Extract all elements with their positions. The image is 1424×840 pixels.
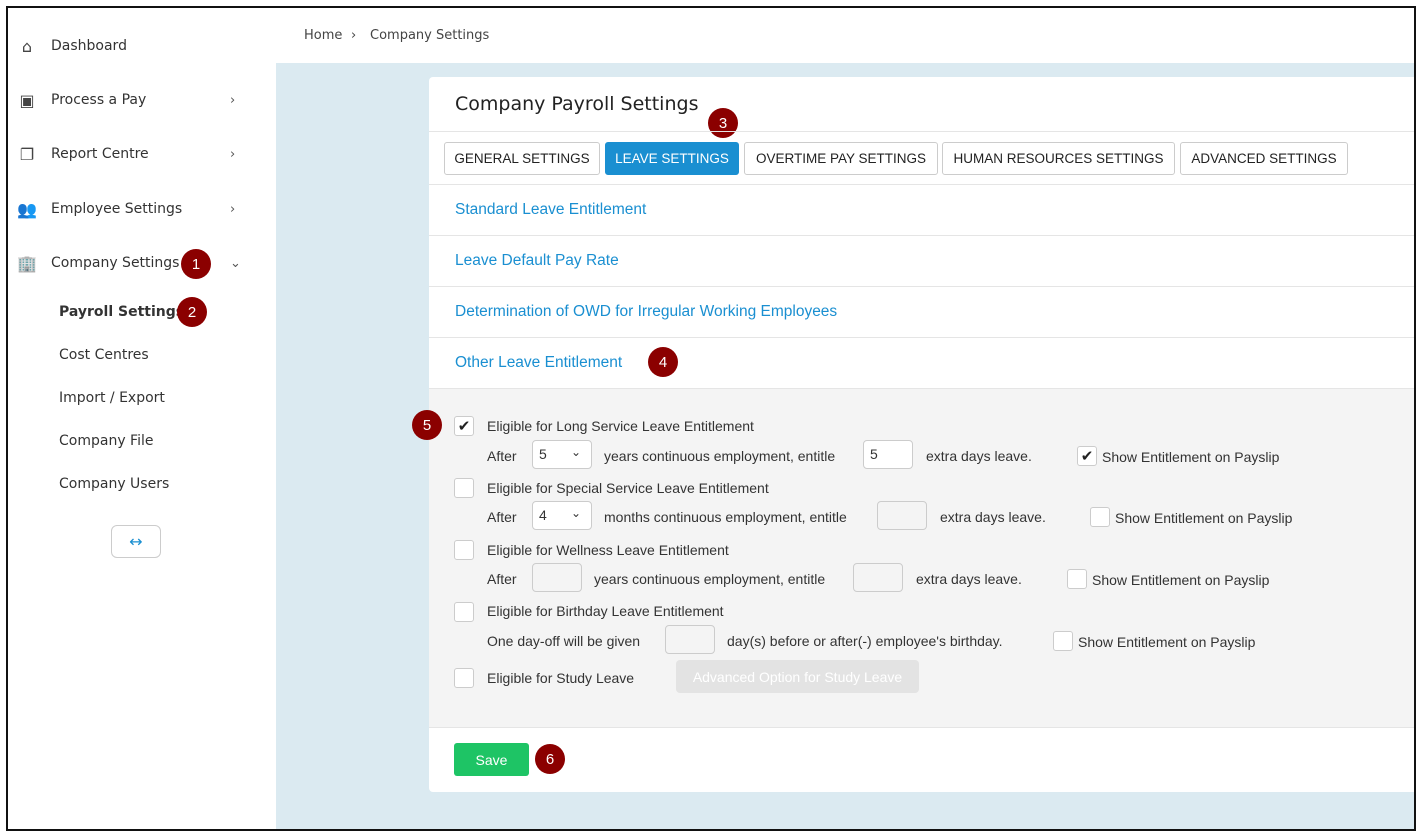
sidebar-item-report-centre[interactable]: ❐ Report Centre › [8,134,276,174]
long-service-label: Eligible for Long Service Leave Entitlem… [487,418,754,434]
wellness-end-label: extra days leave. [916,571,1022,587]
sidebar-item-process-pay[interactable]: ▣ Process a Pay › [8,80,276,120]
sidebar-item-employee-settings[interactable]: 👥 Employee Settings › [8,189,276,229]
birthday-checkbox[interactable] [454,602,474,622]
checkmark-icon: ✔ [457,417,471,435]
page-title: Company Payroll Settings [455,93,699,115]
long-service-checkbox[interactable]: ✔ [454,416,474,436]
documents-icon: ❐ [19,144,35,164]
special-service-end-label: extra days leave. [940,509,1046,525]
special-service-label: Eligible for Special Service Leave Entit… [487,480,769,496]
chevron-right-icon: › [230,92,236,108]
birthday-days-input[interactable] [665,625,715,654]
app-window: ⌂ Dashboard ▣ Process a Pay › ❐ Report Centr… [6,6,1416,831]
special-service-days-input[interactable] [877,501,927,530]
chevron-right-icon: › [351,28,357,43]
breadcrumb: Home › Company Settings [276,8,1414,63]
home-icon: ⌂ [21,36,33,56]
selected-value: 4 [539,507,547,523]
save-button[interactable]: Save [454,743,529,776]
long-service-mid-label: years continuous employment, entitle [604,448,836,464]
sidebar-item-company-settings[interactable]: 🏢 Company Settings ⌄ [8,243,276,283]
advanced-study-leave-button: Advanced Option for Study Leave [676,660,919,693]
sidebar-subitem-cost-centres[interactable]: Cost Centres [59,347,149,363]
birthday-label: Eligible for Birthday Leave Entitlement [487,603,724,619]
long-service-days-input[interactable]: 5 [863,440,913,469]
special-service-checkbox[interactable] [454,478,474,498]
step-badge-2: 2 [177,297,207,327]
checkmark-icon: ✔ [1080,447,1094,465]
tab-general-settings[interactable]: GENERAL SETTINGS [444,142,600,175]
step-badge-1: 1 [181,249,211,279]
step-badge-4: 4 [648,347,678,377]
wellness-checkbox[interactable] [454,540,474,560]
step-badge-3: 3 [708,108,738,138]
tab-leave-settings[interactable]: LEAVE SETTINGS [605,142,739,175]
breadcrumb-home[interactable]: Home [304,28,342,43]
calendar-icon: ▣ [19,90,35,110]
breadcrumb-current: Company Settings [370,28,490,43]
after-label: After [487,571,517,587]
divider [429,131,1414,132]
settings-card: Company Payroll Settings 3 GENERAL SETTI… [412,77,1414,792]
wellness-days-input[interactable] [853,563,903,592]
tab-overtime-pay-settings[interactable]: OVERTIME PAY SETTINGS [744,142,938,175]
long-service-payslip-checkbox[interactable]: ✔ [1077,446,1097,466]
study-leave-label: Eligible for Study Leave [487,670,635,686]
special-service-months-select[interactable]: 4 ⌄ [532,501,592,530]
arrows-horizontal-icon: ↔ [129,532,143,551]
section-standard-leave-entitlement[interactable]: Standard Leave Entitlement [455,201,646,219]
chevron-down-icon: ⌄ [570,445,581,459]
chevron-down-icon: ⌄ [230,255,241,271]
selected-value: 5 [539,446,547,462]
birthday-pre-label: One day-off will be given [487,633,641,649]
special-service-mid-label: months continuous employment, entitle [604,509,847,525]
wellness-label: Eligible for Wellness Leave Entitlement [487,542,729,558]
section-other-leave-entitlement[interactable]: Other Leave Entitlement [455,354,622,372]
sidebar: ⌂ Dashboard ▣ Process a Pay › ❐ Report Centr… [8,8,276,829]
sidebar-item-dashboard[interactable]: ⌂ Dashboard [8,26,276,66]
birthday-payslip-label: Show Entitlement on Payslip [1078,634,1256,650]
people-icon: 👥 [17,199,37,219]
chevron-right-icon: › [230,146,236,162]
tab-human-resources-settings[interactable]: HUMAN RESOURCES SETTINGS [942,142,1175,175]
wellness-payslip-label: Show Entitlement on Payslip [1092,572,1270,588]
sidebar-subitem-company-users[interactable]: Company Users [59,476,169,492]
tab-advanced-settings[interactable]: ADVANCED SETTINGS [1180,142,1348,175]
sidebar-subitem-import-export[interactable]: Import / Export [59,390,165,406]
wellness-years-input[interactable] [532,563,582,592]
collapse-sidebar-button[interactable]: ↔ [111,525,161,558]
sidebar-subitem-payroll-settings[interactable]: Payroll Settings [59,304,184,320]
step-badge-5: 5 [412,410,442,440]
building-icon: 🏢 [17,253,37,273]
birthday-payslip-checkbox[interactable] [1053,631,1073,651]
step-badge-6: 6 [535,744,565,774]
sidebar-subitem-company-file[interactable]: Company File [59,433,153,449]
special-service-payslip-checkbox[interactable] [1090,507,1110,527]
wellness-mid-label: years continuous employment, entitle [594,571,826,587]
section-leave-default-pay-rate[interactable]: Leave Default Pay Rate [455,252,619,270]
chevron-right-icon: › [230,201,236,217]
long-service-payslip-label: Show Entitlement on Payslip [1102,449,1280,465]
birthday-post-label: day(s) before or after(-) employee's bir… [727,633,1003,649]
section-owd-irregular[interactable]: Determination of OWD for Irregular Worki… [455,303,837,321]
special-service-payslip-label: Show Entitlement on Payslip [1115,510,1293,526]
study-leave-checkbox[interactable] [454,668,474,688]
wellness-payslip-checkbox[interactable] [1067,569,1087,589]
long-service-end-label: extra days leave. [926,448,1032,464]
long-service-years-select[interactable]: 5 ⌄ [532,440,592,469]
chevron-down-icon: ⌄ [570,506,581,520]
after-label: After [487,448,517,464]
after-label: After [487,509,517,525]
